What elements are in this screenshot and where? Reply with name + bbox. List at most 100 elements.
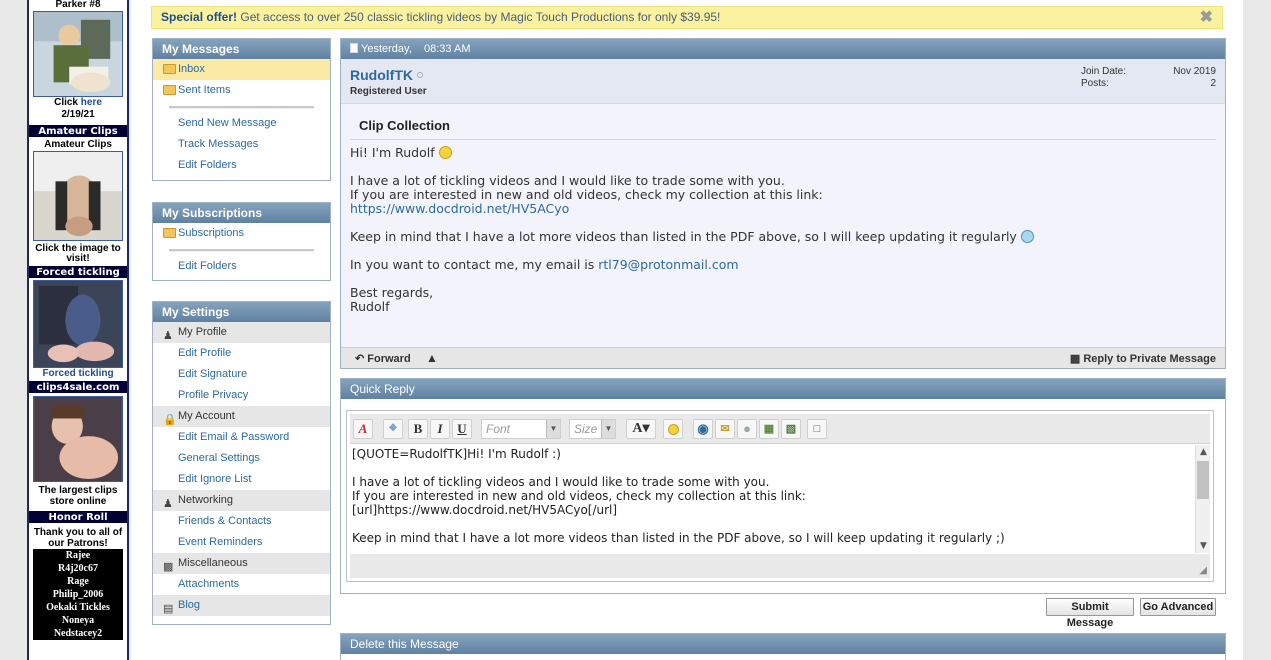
main-content: Special offer! Get access to over 250 cl… [131,0,1243,660]
sidebar-item-edit-profile[interactable]: Edit Profile [153,343,330,364]
sidebar-item-blog[interactable]: ▤ Blog [153,595,330,616]
quote-icon[interactable]: □ [807,419,827,439]
chevron-down-icon: ▼ [546,420,560,438]
smile-icon [438,146,452,159]
image-icon[interactable]: ▦ [759,419,779,439]
user-info-bar: RudolfTK Registered User Join Date: Nov … [341,59,1225,104]
font-select-label: Font [486,422,511,436]
section-label: Blog [178,599,201,611]
message-date: Yesterday, [361,43,412,55]
greeting-text: Hi! I'm Rudolf [350,145,435,160]
sidebar-item-attachments[interactable]: Attachments [153,574,330,595]
collection-link[interactable]: https://www.docdroid.net/HV5ACyo [350,202,1216,216]
textarea-scrollbar[interactable]: ▲ ▼ [1195,445,1210,553]
ad-parker-click-text: Click [54,97,78,108]
reply-button[interactable]: ▩ Reply to Private Message [1070,352,1216,365]
italic-button[interactable]: I [430,419,450,439]
bold-button[interactable]: B [408,419,428,439]
reply-textarea[interactable]: [QUOTE=RudolfTK]Hi! I'm Rudolf :) I have… [350,445,1210,553]
reply-label: Reply to Private Message [1083,353,1216,365]
offer-text: Get access to over 250 classic tickling … [237,10,721,24]
submit-message-button[interactable]: Submit Message [1046,598,1134,629]
divider [153,101,330,113]
sidebar-item-general-settings[interactable]: General Settings [153,448,330,469]
editor-toolbar: A ❖ B I U Font ▼ Size ▼ A▾ ◉ ✉ ● ▦ ▧ □ [350,414,1210,444]
size-select[interactable]: Size ▼ [569,419,616,439]
delete-message-panel: Delete this Message [340,633,1226,660]
sidebar-item-sent[interactable]: Sent Items [153,80,330,101]
document-icon [350,43,358,53]
link-icon[interactable]: ◉ [693,419,713,439]
sidebar-item-ignore-list[interactable]: Edit Ignore List [153,469,330,490]
sidebar-item-edit-email[interactable]: Edit Email & Password [153,427,330,448]
go-advanced-button[interactable]: Go Advanced [1140,598,1216,616]
ad-amateur-image[interactable] [33,151,123,241]
message-line: Best regards, [350,285,434,300]
sidebar-item-edit-signature[interactable]: Edit Signature [153,364,330,385]
ad-c4s-image[interactable] [33,396,123,482]
sidebar-item-label: Subscriptions [178,227,245,239]
my-subscriptions-panel: My Subscriptions Subscriptions Edit Fold… [152,202,331,281]
chevron-up-icon[interactable]: ▲ [1196,445,1210,459]
ad-parker-image[interactable] [33,11,123,97]
ad-forced-image[interactable] [33,280,123,368]
ad-forced-bar: Forced tickling [29,265,127,279]
sidebar-item-subscriptions[interactable]: Subscriptions [153,223,330,244]
video-icon[interactable]: ▧ [781,419,801,439]
close-icon[interactable]: ✖ [1200,9,1213,26]
username-link[interactable]: RudolfTK [350,67,423,83]
honor-name: Rajee [65,550,91,561]
private-message: Yesterday, 08:33 AM RudolfTK Registered … [340,38,1226,369]
sidebar-item-track[interactable]: Track Messages [153,134,330,155]
posts-label: Posts: [1081,78,1109,89]
lock-icon: 🔒 [163,414,177,426]
scrollbar-thumb[interactable] [1197,461,1209,499]
underline-button[interactable]: U [452,419,472,439]
honor-name: Noneya [61,615,95,626]
message-title: Clip Collection [350,104,1216,140]
message-line: I have a lot of tickling videos and I wo… [350,173,785,188]
remove-format-icon[interactable]: A [353,419,373,439]
email-link[interactable]: rtl79@protonmail.com [598,257,738,272]
chevron-down-icon[interactable]: ▼ [1196,539,1210,553]
folder-icon [163,64,176,74]
font-color-button[interactable]: A▾ [626,419,656,439]
sidebar-item-edit-folders[interactable]: Edit Folders [153,256,330,277]
folder-icon [163,85,176,95]
textarea-line: Keep in mind that I have a lot more vide… [352,531,1005,545]
honor-name: Oekaki Tickles [46,602,110,613]
report-icon[interactable]: ▲ [426,351,438,365]
sidebar-item-inbox[interactable]: Inbox [153,59,330,80]
ad-amateur-title: Amateur Clips [44,139,112,150]
delete-message-title: Delete this Message [341,634,1225,654]
forward-button[interactable]: ↶ Forward [355,352,411,365]
sidebar-item-label: Inbox [178,63,205,75]
settings-section-networking: ♟ Networking [153,490,330,511]
special-offer-banner[interactable]: Special offer! Get access to over 250 cl… [151,6,1223,29]
offline-status-icon [416,72,423,78]
sidebar-item-label: Sent Items [178,84,231,96]
smilie-icon[interactable] [663,419,683,439]
textarea-line [352,461,1192,475]
sidebar-item-events[interactable]: Event Reminders [153,532,330,553]
settings-section-account: 🔒 My Account [153,406,330,427]
textarea-line [352,517,1192,531]
wysiwyg-toggle-icon[interactable]: ❖ [383,419,403,439]
sidebar-item-friends[interactable]: Friends & Contacts [153,511,330,532]
resize-handle-icon[interactable]: ◢ [1199,565,1207,576]
unlink-icon[interactable]: ● [737,419,757,439]
sidebar-item-edit-folders[interactable]: Edit Folders [153,155,330,176]
ad-parker-here-link[interactable]: here [81,97,102,108]
email-icon[interactable]: ✉ [715,419,735,439]
font-select[interactable]: Font ▼ [481,419,561,439]
my-messages-title: My Messages [153,39,330,59]
sidebar-item-send-new[interactable]: Send New Message [153,113,330,134]
section-label: Networking [178,494,234,506]
forward-icon: ↶ [355,353,365,365]
my-messages-panel: My Messages Inbox Sent Items Send New Me… [152,38,331,181]
ad-amateur-caption: Click the image to visit! [35,243,121,264]
offer-strong: Special offer! [161,10,238,24]
message-line: In you want to contact me, my email is r… [350,258,1216,272]
sidebar-item-profile-privacy[interactable]: Profile Privacy [153,385,330,406]
ad-forced-caption[interactable]: Forced tickling [29,368,127,380]
